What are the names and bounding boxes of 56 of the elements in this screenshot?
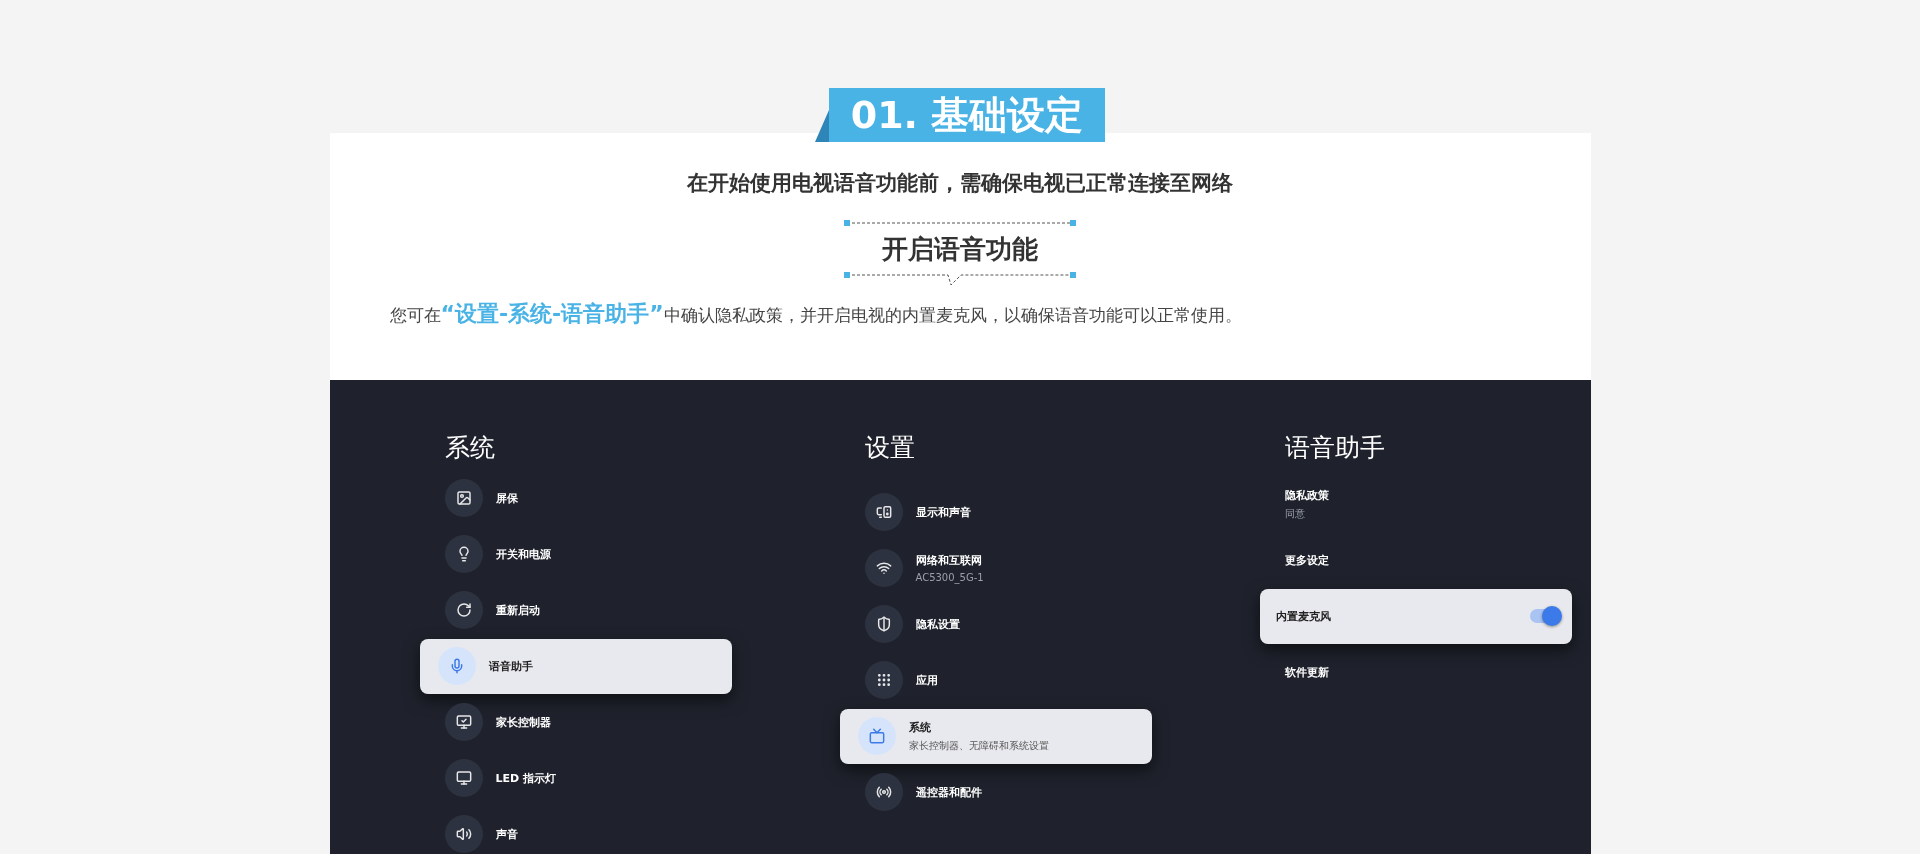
menu-item-label: 应用 [915, 672, 938, 688]
menu-item-label: 隐私设置 [915, 616, 960, 632]
menu-item-label: 重新启动 [495, 602, 540, 618]
menu-item[interactable]: 屏保 [419, 479, 518, 517]
menu-item[interactable]: 应用 [839, 661, 938, 699]
menu-item[interactable]: 家长控制器 [419, 703, 551, 741]
display-sound-icon [864, 493, 903, 531]
menu-item-label: 开关和电源 [495, 546, 551, 562]
menu-item-label: 家长控制器 [495, 714, 551, 730]
grid-icon [864, 661, 903, 699]
section-badge: 01. 基础设定 [828, 88, 1106, 142]
ribbon-fold-icon [814, 110, 829, 142]
restart-icon [444, 591, 483, 629]
image-icon [444, 479, 483, 517]
menu-item-label: 声音 [495, 826, 518, 842]
menu-item[interactable]: 显示和声音 [839, 493, 971, 531]
intro-text: 您可在“设置-系统-语音助手”中确认隐私政策，并开启电视的内置麦克风，以确保语音功能可以正常使用。 [389, 300, 1242, 328]
menu-item-label: LED 指示灯 [495, 770, 556, 786]
lightbulb-icon [444, 535, 483, 573]
menu-item-label: 内置麦克风 [1275, 608, 1332, 624]
speaker-icon [444, 815, 483, 853]
menu-item[interactable]: 网络和互联网 AC5300_5G-1 [839, 549, 984, 587]
menu-item[interactable]: 重新启动 [419, 591, 540, 629]
menu-item[interactable]: 声音 [419, 815, 518, 853]
menu-item-detail: 家长控制器、无障碍和系统设置 [908, 738, 1050, 753]
menu-item-label: 屏保 [495, 490, 518, 506]
menu-item[interactable]: 更多设定 [1259, 552, 1329, 568]
menu-item-label: 系统 [908, 719, 932, 735]
section-title: 开启语音功能 [882, 232, 1038, 266]
tv-icon [857, 717, 896, 755]
menu-item-label: 更多设定 [1284, 552, 1329, 568]
column-heading: 语音助手 [1283, 432, 1386, 464]
menu-item[interactable]: 开关和电源 [419, 535, 551, 573]
menu-item[interactable]: 隐私设置 [839, 605, 960, 643]
menu-item[interactable]: LED 指示灯 [419, 759, 556, 797]
selected-menu-item[interactable]: 系统 家长控制器、无障碍和系统设置 [839, 708, 1152, 764]
menu-item-label: 遥控器和配件 [915, 784, 982, 800]
menu-item[interactable]: 软件更新 [1259, 664, 1329, 680]
menu-item-label: 隐私政策 [1284, 487, 1329, 503]
menu-item[interactable]: 遥控器和配件 [839, 773, 982, 811]
shield-icon [864, 605, 903, 643]
microphone-icon [437, 647, 476, 685]
column-heading: 系统 [443, 432, 496, 464]
selected-menu-item[interactable]: 语音助手 [419, 638, 732, 694]
menu-item-label: 显示和声音 [915, 504, 971, 520]
wifi-icon [864, 549, 903, 587]
menu-item-label: 语音助手 [488, 658, 534, 674]
selected-menu-item[interactable]: 内置麦克风 [1259, 588, 1572, 644]
column-heading: 设置 [863, 432, 916, 464]
menu-item-label: 软件更新 [1284, 664, 1329, 680]
menu-item-detail: 同意 [1284, 506, 1306, 521]
subtitle: 在开始使用电视语音功能前，需确保电视已正常连接至网络 [687, 170, 1233, 197]
menu-item[interactable]: 隐私政策 同意 [1259, 487, 1329, 521]
monitor-icon [444, 759, 483, 797]
menu-item-detail: AC5300_5G-1 [915, 572, 984, 583]
menu-item-label: 网络和互联网 [915, 553, 983, 568]
